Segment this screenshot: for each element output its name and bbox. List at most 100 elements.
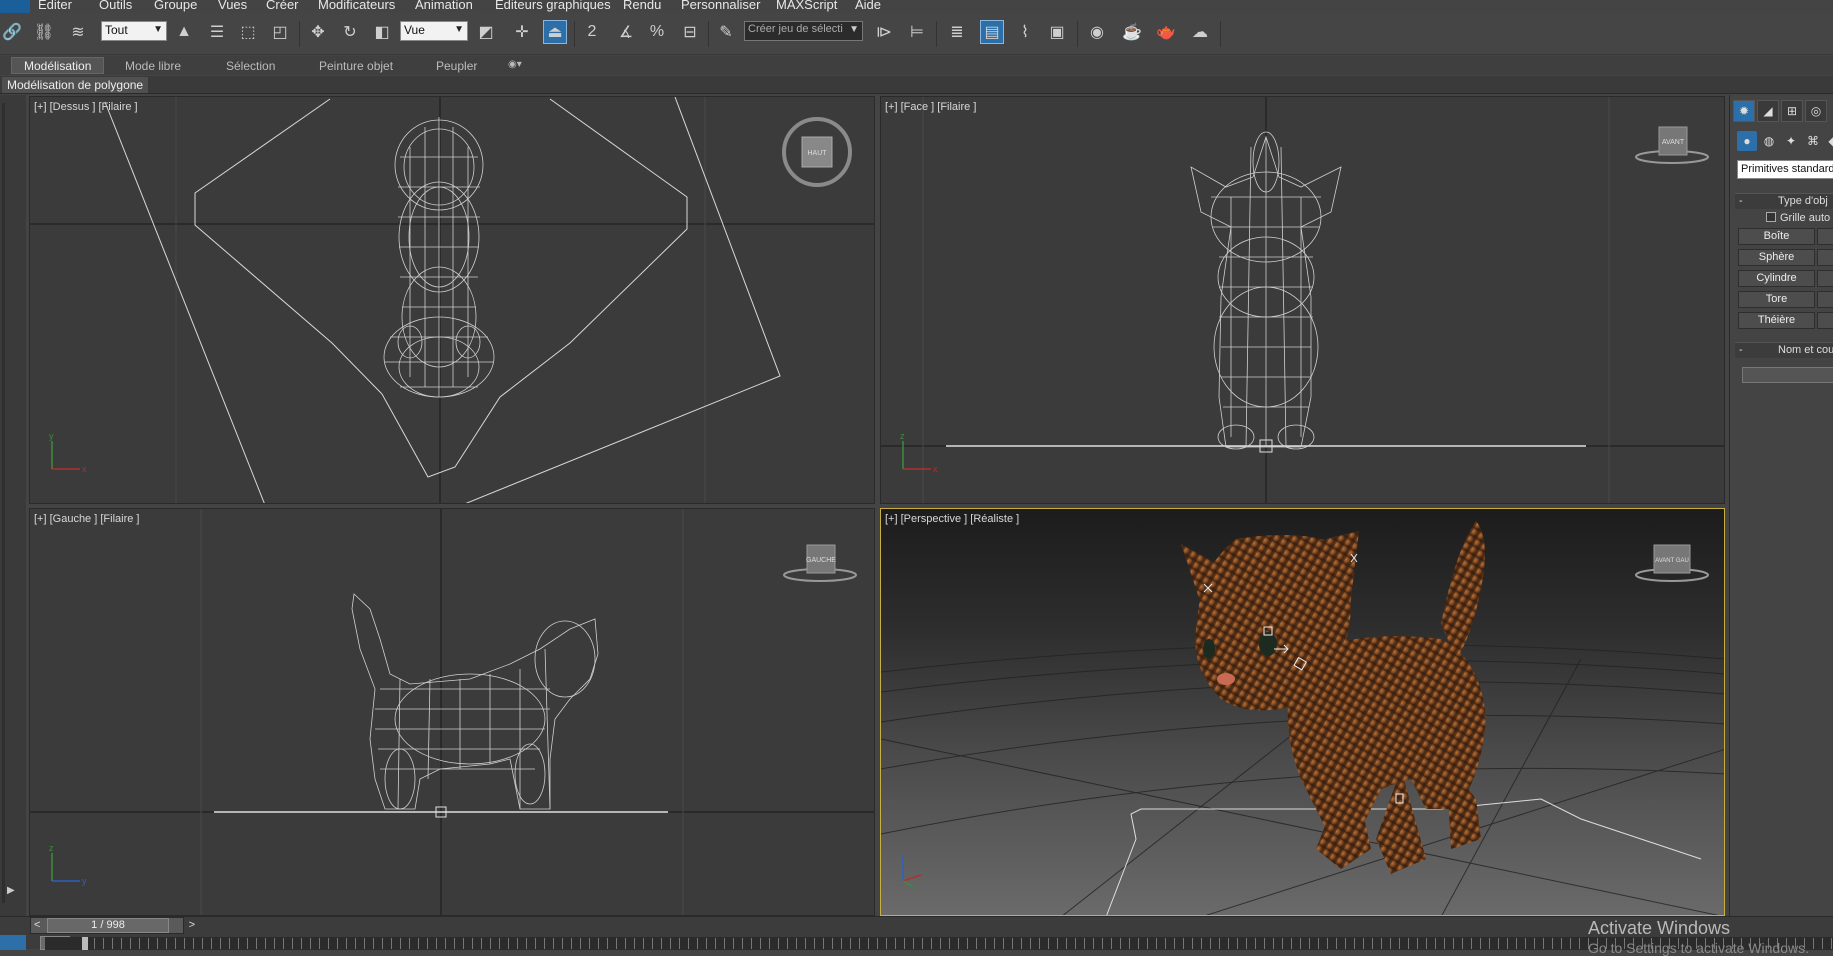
box-button[interactable]: Boîte bbox=[1738, 228, 1815, 245]
cylinder-button[interactable]: Cylindre bbox=[1738, 270, 1815, 287]
selection-filter-dropdown[interactable]: Tout ▼ bbox=[101, 21, 167, 41]
collapse-icon: - bbox=[1739, 195, 1743, 207]
menu-modifiers[interactable]: Modificateurs bbox=[318, 0, 395, 12]
unlink-icon[interactable]: ⛓ bbox=[32, 20, 56, 44]
mirror-icon[interactable]: ⧐ bbox=[872, 20, 896, 44]
cameras-icon[interactable]: ⌘ bbox=[1803, 131, 1823, 151]
track-bar-key[interactable] bbox=[82, 937, 88, 950]
select-and-rotate-icon[interactable]: ↻ bbox=[338, 20, 362, 44]
percent-snap-icon[interactable]: % bbox=[645, 20, 669, 44]
render-production-icon[interactable]: ☁ bbox=[1188, 20, 1212, 44]
previous-frame-button[interactable]: < bbox=[34, 919, 40, 931]
create-tab-icon[interactable]: ✹ bbox=[1733, 100, 1755, 122]
teapot-button[interactable]: Théière bbox=[1738, 312, 1815, 329]
primitive-button-right[interactable] bbox=[1817, 291, 1833, 308]
play-icon[interactable]: ▶ bbox=[7, 885, 15, 896]
angle-snap-icon[interactable]: ∡ bbox=[614, 20, 638, 44]
select-and-scale-icon[interactable]: ◧ bbox=[370, 20, 394, 44]
application-menu-button[interactable] bbox=[0, 0, 30, 13]
layer-explorer-icon[interactable]: ≣ bbox=[945, 20, 969, 44]
select-and-move-icon[interactable]: ✥ bbox=[306, 20, 330, 44]
edit-named-selection-icon[interactable]: ✎ bbox=[714, 20, 738, 44]
time-slider-thumb[interactable]: 1 / 998 bbox=[47, 918, 169, 933]
modify-tab-icon[interactable]: ◢ bbox=[1757, 100, 1779, 122]
rendered-frame-window-icon[interactable]: 🫖 bbox=[1154, 20, 1178, 44]
viewport-layout-bar[interactable] bbox=[2, 103, 5, 903]
torus-button[interactable]: Tore bbox=[1738, 291, 1815, 308]
align-icon[interactable]: ⊨ bbox=[905, 20, 929, 44]
menu-help[interactable]: Aide bbox=[855, 0, 881, 12]
motion-tab-icon[interactable]: ◎ bbox=[1805, 100, 1827, 122]
track-bar-toggle[interactable] bbox=[0, 935, 26, 950]
menu-edit[interactable]: Editer bbox=[38, 0, 72, 12]
viewport-label[interactable]: [+] [Gauche ] [Filaire ] bbox=[34, 513, 139, 525]
menu-views[interactable]: Vues bbox=[218, 0, 247, 12]
keyboard-shortcut-override-icon[interactable]: ⏏ bbox=[543, 20, 567, 44]
primitive-button-right[interactable] bbox=[1817, 249, 1833, 266]
menu-maxscript[interactable]: MAXScript bbox=[776, 0, 837, 12]
menu-rendering[interactable]: Rendu bbox=[623, 0, 661, 12]
material-editor-icon[interactable]: ◉ bbox=[1085, 20, 1109, 44]
viewport-label[interactable]: [+] [Perspective ] [Réaliste ] bbox=[885, 513, 1019, 525]
window-crossing-icon[interactable]: ◰ bbox=[268, 20, 292, 44]
autogrid-checkbox[interactable]: Grille auto bbox=[1766, 212, 1830, 224]
tab-modeling[interactable]: Modélisation bbox=[11, 57, 105, 74]
tab-freeform[interactable]: Mode libre bbox=[125, 57, 181, 74]
viewcube-icon[interactable]: HAUT bbox=[782, 117, 852, 187]
lights-icon[interactable]: ✦ bbox=[1781, 131, 1801, 151]
sphere-button[interactable]: Sphère bbox=[1738, 249, 1815, 266]
bind-space-warp-icon[interactable]: ≋ bbox=[66, 20, 90, 44]
menu-group[interactable]: Groupe bbox=[154, 0, 197, 12]
menu-bar: Editer Outils Groupe Vues Créer Modifica… bbox=[0, 0, 1833, 13]
tab-populate[interactable]: Peupler bbox=[436, 57, 477, 74]
rectangular-selection-icon[interactable]: ⬚ bbox=[236, 20, 260, 44]
svg-text:z: z bbox=[900, 431, 905, 441]
menu-create[interactable]: Créer bbox=[266, 0, 299, 12]
named-selection-set-dropdown[interactable]: Créer jeu de sélecti ▼ bbox=[744, 21, 863, 41]
pivot-center-icon[interactable]: ◩ bbox=[474, 20, 498, 44]
select-and-manipulate-icon[interactable]: ✛ bbox=[510, 20, 534, 44]
chevron-down-icon: ▼ bbox=[849, 24, 859, 35]
track-bar[interactable] bbox=[45, 937, 1833, 950]
primitive-button-right[interactable] bbox=[1817, 228, 1833, 245]
spinner-snap-icon[interactable]: ⊟ bbox=[678, 20, 702, 44]
next-frame-button[interactable]: > bbox=[189, 919, 195, 931]
primitive-button-right[interactable] bbox=[1817, 312, 1833, 329]
geometry-icon[interactable]: ● bbox=[1737, 131, 1757, 151]
viewport-top[interactable]: y x [+] [Dessus ] [Filaire ] HAUT bbox=[29, 96, 875, 504]
curve-editor-icon[interactable]: ⌇ bbox=[1013, 20, 1037, 44]
snaps-toggle-icon[interactable]: 2 bbox=[580, 20, 604, 44]
schematic-view-icon[interactable]: ▣ bbox=[1045, 20, 1069, 44]
viewcube-icon[interactable]: AVANT bbox=[1634, 117, 1714, 177]
menu-animation[interactable]: Animation bbox=[415, 0, 473, 12]
shapes-icon[interactable]: ◍ bbox=[1759, 131, 1779, 151]
select-by-name-icon[interactable]: ☰ bbox=[205, 20, 229, 44]
select-object-icon[interactable]: ▲ bbox=[172, 20, 196, 44]
polygon-modeling-panel[interactable]: Modélisation de polygone bbox=[2, 77, 149, 93]
menu-customize[interactable]: Personnaliser bbox=[681, 0, 761, 12]
ribbon-options-icon[interactable]: ◉▾ bbox=[508, 57, 522, 74]
ribbon-toggle-icon[interactable]: ▤ bbox=[980, 20, 1004, 44]
tab-selection[interactable]: Sélection bbox=[226, 57, 275, 74]
menu-tools[interactable]: Outils bbox=[99, 0, 132, 12]
name-color-rollout[interactable]: - Nom et cou bbox=[1735, 342, 1833, 358]
time-slider[interactable]: < 1 / 998 > bbox=[30, 917, 195, 934]
viewport-front[interactable]: z x [+] [Face ] [Filaire ] AVANT bbox=[880, 96, 1725, 504]
menu-graph-editors[interactable]: Editeurs graphiques bbox=[495, 0, 611, 12]
viewcube-icon[interactable]: AVANT GAU bbox=[1634, 535, 1714, 595]
tab-object-paint[interactable]: Peinture objet bbox=[319, 57, 393, 74]
render-setup-icon[interactable]: ☕ bbox=[1120, 20, 1144, 44]
primitive-button-right[interactable] bbox=[1817, 270, 1833, 287]
viewcube-icon[interactable]: GAUCHE bbox=[782, 535, 862, 595]
viewport-label[interactable]: [+] [Face ] [Filaire ] bbox=[885, 101, 976, 113]
viewport-left[interactable]: z y [+] [Gauche ] [Filaire ] GAUCHE bbox=[29, 508, 875, 916]
object-name-field[interactable] bbox=[1742, 367, 1833, 383]
reference-coordinate-dropdown[interactable]: Vue ▼ bbox=[400, 21, 468, 41]
hierarchy-tab-icon[interactable]: ⊞ bbox=[1781, 100, 1803, 122]
object-type-rollout[interactable]: - Type d'obj bbox=[1735, 193, 1833, 209]
viewport-label[interactable]: [+] [Dessus ] [Filaire ] bbox=[34, 101, 138, 113]
select-and-link-icon[interactable]: 🔗 bbox=[0, 20, 24, 44]
primitive-category-dropdown[interactable]: Primitives standard bbox=[1737, 160, 1833, 179]
viewport-perspective[interactable]: [+] [Perspective ] [Réaliste ] AVANT GAU bbox=[880, 508, 1725, 916]
helpers-icon[interactable]: ◆ bbox=[1823, 131, 1833, 151]
